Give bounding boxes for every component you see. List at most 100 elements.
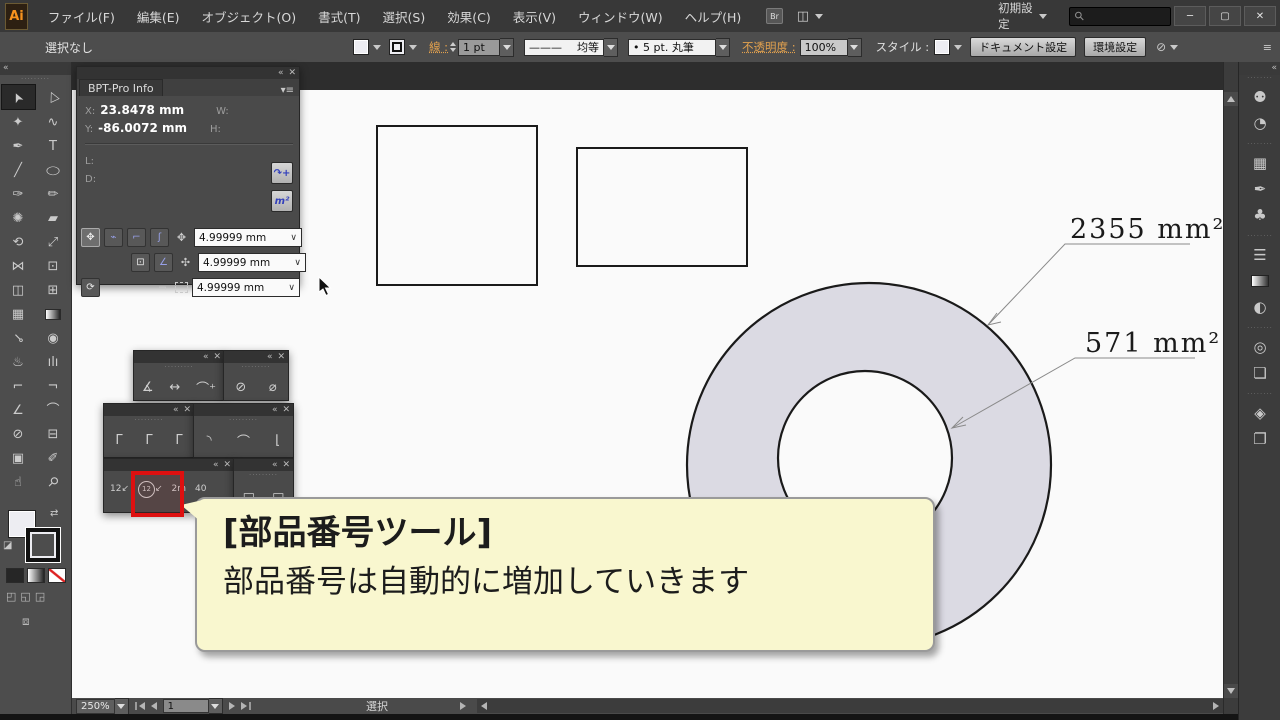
prev-artboard-button[interactable] xyxy=(151,702,157,710)
gradient-tool[interactable] xyxy=(36,302,71,326)
variable-width-combo[interactable]: ———均等 xyxy=(524,39,618,56)
measure-length-button[interactable]: ↷+ xyxy=(271,162,293,184)
bridge-icon[interactable]: Br xyxy=(766,8,782,24)
bpt-corner-tool-a[interactable]: ⌐ xyxy=(1,374,36,398)
stroke-width-stepper[interactable] xyxy=(450,42,456,52)
bpt-corner-tool-3[interactable]: Γ xyxy=(175,433,182,448)
first-artboard-button[interactable] xyxy=(139,702,145,710)
menu-type[interactable]: 書式(T) xyxy=(307,7,371,26)
pen-tool[interactable]: ✒ xyxy=(1,134,36,158)
next-artboard-button[interactable] xyxy=(229,702,235,710)
scroll-left-button[interactable] xyxy=(477,699,491,713)
close-panel-icon[interactable]: ✕ xyxy=(183,406,191,415)
stroke-panel-link[interactable]: 線 : xyxy=(429,39,448,55)
status-popup-icon[interactable] xyxy=(460,702,466,710)
menu-window[interactable]: ウィンドウ(W) xyxy=(567,7,674,26)
minimize-button[interactable]: ─ xyxy=(1174,6,1206,26)
close-panel-icon[interactable]: ✕ xyxy=(277,353,285,362)
opacity-combo[interactable]: 100% xyxy=(800,39,862,56)
line-segment-tool[interactable]: ╱ xyxy=(1,158,36,182)
stroke-width-dropdown[interactable] xyxy=(500,38,514,57)
stroke-swatch[interactable] xyxy=(26,528,60,562)
close-panel-icon[interactable]: ✕ xyxy=(282,406,290,415)
artboard-number-field[interactable]: 1 xyxy=(163,699,209,713)
close-panel-icon[interactable]: ✕ xyxy=(288,69,296,78)
close-panel-icon[interactable]: ✕ xyxy=(223,461,231,470)
gradient-panel-button[interactable] xyxy=(1245,268,1275,293)
close-button[interactable]: ✕ xyxy=(1244,6,1276,26)
scroll-up-button[interactable] xyxy=(1224,92,1238,106)
bpt-angle-tool[interactable]: ∠ xyxy=(1,398,36,422)
bpt-info-tab[interactable]: BPT-Pro Info xyxy=(79,79,163,96)
pencil-tool[interactable]: ✏ xyxy=(36,182,71,206)
zoom-level-value[interactable]: 250% xyxy=(76,699,115,714)
transparency-panel-button[interactable]: ◐ xyxy=(1245,294,1275,319)
tools-collapse-icon[interactable]: « xyxy=(0,62,71,75)
search-input[interactable]: ⚲ xyxy=(1069,7,1171,26)
collapse-panel-icon[interactable]: « xyxy=(173,406,179,415)
close-panel-icon[interactable]: ✕ xyxy=(213,353,221,362)
graphic-styles-panel-button[interactable]: ❏ xyxy=(1245,360,1275,385)
color-panel-button[interactable]: ⚉ xyxy=(1245,84,1275,109)
rotate-tool[interactable]: ⟲ xyxy=(1,230,36,254)
swap-fill-stroke-icon[interactable]: ⇄ xyxy=(50,508,58,519)
bpt-rotate-button[interactable]: ⟳ xyxy=(81,278,100,297)
bpt-inner-button[interactable]: ⊡ xyxy=(131,253,150,272)
width-tool[interactable]: ⋈ xyxy=(1,254,36,278)
zoom-level-dropdown[interactable] xyxy=(115,698,129,715)
brushes-panel-button[interactable]: ✒ xyxy=(1245,176,1275,201)
bpt-fillet-tool-3[interactable]: ⌊ xyxy=(275,433,280,448)
menu-select[interactable]: 選択(S) xyxy=(372,7,437,26)
workspace-switcher[interactable]: 初期設定 xyxy=(998,0,1035,32)
symbol-sprayer-tool[interactable]: ♨ xyxy=(1,350,36,374)
vertical-scrollbar[interactable] xyxy=(1223,62,1238,714)
brush-dropdown[interactable] xyxy=(716,38,730,57)
column-graph-tool[interactable]: ılı xyxy=(36,350,71,374)
scale-tool[interactable]: ⤢ xyxy=(36,230,71,254)
variable-width-dropdown[interactable] xyxy=(604,38,618,57)
document-setup-button[interactable]: ドキュメント設定 xyxy=(970,37,1076,57)
bpt-transform-all-button[interactable]: ✥ xyxy=(81,228,100,247)
bpt-arc-dim-tool[interactable]: ⌒⁺ xyxy=(196,378,216,397)
tools-grip[interactable]: ········· xyxy=(0,75,71,84)
square-shape[interactable] xyxy=(377,126,537,285)
horizontal-scrollbar[interactable] xyxy=(477,699,1223,713)
cursor-options-icon[interactable]: ⊘ xyxy=(1156,40,1166,54)
shape-builder-tool[interactable]: ◫ xyxy=(1,278,36,302)
brush-combo[interactable]: • 5 pt. 丸筆 xyxy=(628,39,730,56)
bpt-fillet-tool-1[interactable]: ◝ xyxy=(207,433,212,448)
swatches-panel-button[interactable]: ▦ xyxy=(1245,150,1275,175)
eraser-tool[interactable]: ▰ xyxy=(36,206,71,230)
draw-inside-icon[interactable]: ◲ xyxy=(35,590,45,603)
stroke-width-combo[interactable]: 1 pt xyxy=(458,39,514,56)
collapse-controlbar-icon[interactable]: ≡ xyxy=(1263,41,1272,54)
menu-object[interactable]: オブジェクト(O) xyxy=(191,7,308,26)
stroke-color-swatch[interactable] xyxy=(389,39,405,55)
hand-tool[interactable]: ☝ xyxy=(1,470,36,494)
bpt-diameter-tool-1[interactable]: ⊘ xyxy=(235,380,246,395)
bpt-corner-tool-b[interactable]: ¬ xyxy=(36,374,71,398)
bpt-diameter-tool-2[interactable]: ⌀ xyxy=(269,380,277,395)
menu-help[interactable]: ヘルプ(H) xyxy=(674,7,753,26)
last-artboard-button[interactable] xyxy=(241,702,247,710)
draw-normal-icon[interactable]: ◰ xyxy=(6,590,16,603)
color-guide-panel-button[interactable]: ◔ xyxy=(1245,110,1275,135)
scroll-right-button[interactable] xyxy=(1209,699,1223,713)
zoom-tool[interactable]: ⚲ xyxy=(36,470,71,494)
menu-file[interactable]: ファイル(F) xyxy=(37,7,126,26)
free-transform-tool[interactable]: ⊡ xyxy=(36,254,71,278)
collapse-panel-icon[interactable]: « xyxy=(267,353,273,362)
opacity-panel-link[interactable]: 不透明度 : xyxy=(742,39,796,55)
maximize-button[interactable]: ▢ xyxy=(1209,6,1241,26)
bpt-fillet-tool-2[interactable]: ⌒ xyxy=(237,431,250,450)
blob-brush-tool[interactable]: ✺ xyxy=(1,206,36,230)
collapse-panel-icon[interactable]: « xyxy=(272,461,278,470)
collapse-panel-icon[interactable]: « xyxy=(278,69,284,78)
lasso-tool[interactable]: ∿ xyxy=(36,110,71,134)
scroll-down-button[interactable] xyxy=(1224,684,1238,698)
collapse-panel-icon[interactable]: « xyxy=(203,353,209,362)
blend-tool[interactable]: ◉ xyxy=(36,326,71,350)
magic-wand-tool[interactable]: ✦ xyxy=(1,110,36,134)
menu-edit[interactable]: 編集(E) xyxy=(126,7,191,26)
bpt-segment-button-3[interactable]: ʃ xyxy=(150,228,169,247)
